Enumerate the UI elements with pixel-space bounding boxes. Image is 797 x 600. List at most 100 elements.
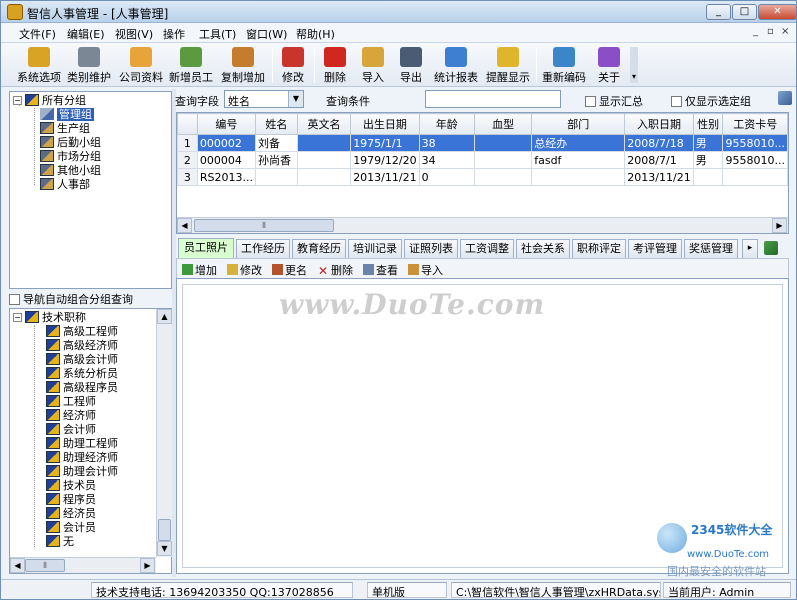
tab-certificates[interactable]: 证照列表 [404,239,458,258]
filter-icon[interactable] [778,91,792,105]
column-header[interactable]: 英文名 [296,113,352,135]
title-item[interactable]: 高级程序员 [46,381,118,395]
title-item[interactable]: 程序员 [46,493,96,507]
maximize-button[interactable]: □ [732,4,757,20]
table-cell[interactable]: 2013/11/21 [350,168,420,186]
menu-operation[interactable]: 操作 [163,26,185,42]
add-employee-button[interactable]: 新增员工 [167,45,215,85]
edit-button[interactable]: 修改 [277,45,309,85]
tab-education[interactable]: 教育经历 [292,239,346,258]
mdi-close-button[interactable]: × [781,26,789,37]
tab-salary-adjust[interactable]: 工资调整 [460,239,514,258]
menu-view[interactable]: 视图(V) [115,26,153,42]
title-item[interactable]: 会计师 [46,423,96,437]
tree-item-production[interactable]: 生产组 [40,122,90,136]
scroll-right-arrow-icon[interactable]: ▶ [140,558,155,573]
table-cell[interactable] [254,168,298,186]
title-item[interactable]: 无 [46,535,74,549]
table-cell[interactable]: 男 [692,151,724,169]
toolbar-overflow-grip[interactable]: ▾ [630,47,638,83]
column-header[interactable] [177,113,198,135]
table-cell[interactable] [473,134,533,152]
table-cell[interactable] [531,168,626,186]
tab-appraisal[interactable]: 考评管理 [628,239,682,258]
export-button[interactable]: 导出 [395,45,427,85]
menu-help[interactable]: 帮助(H) [296,26,335,42]
scroll-up-arrow-icon[interactable]: ▲ [157,309,172,324]
table-cell[interactable]: 孙尚香 [254,151,298,169]
menu-edit[interactable]: 编辑(E) [67,26,105,42]
column-header[interactable]: 编号 [196,113,256,135]
mdi-restore-button[interactable]: ▫ [767,26,774,37]
title-item[interactable]: 高级经济师 [46,339,118,353]
table-cell[interactable]: 0 [418,168,475,186]
menu-tools[interactable]: 工具(T) [199,26,236,42]
sub-add-button[interactable]: 增加 [182,262,217,278]
tab-rewards[interactable]: 奖惩管理 [684,239,738,258]
tree-item-management[interactable]: 管理组 [40,108,94,122]
table-cell[interactable] [473,151,533,169]
tab-social-relations[interactable]: 社会关系 [516,239,570,258]
table-row[interactable]: 1 000002 刘备 1975/1/1 38 总经办 2008/7/18 男 … [177,134,788,152]
table-cell[interactable]: 1979/12/20 [350,151,420,169]
tab-employee-photo[interactable]: 员工照片 [178,238,234,258]
title-item[interactable]: 技术员 [46,479,96,493]
checkbox-box[interactable] [585,96,596,107]
column-header[interactable]: 出生日期 [350,113,420,135]
title-item[interactable]: 系统分析员 [46,367,118,381]
column-header[interactable]: 工资卡号 [722,113,788,135]
title-item[interactable]: 经济员 [46,507,96,521]
column-header[interactable]: 姓名 [254,113,298,135]
table-cell[interactable]: 000004 [196,151,256,169]
table-cell[interactable]: 2008/7/1 [624,151,694,169]
system-options-button[interactable]: 系统选项 [15,45,63,85]
tree-root-technical-title[interactable]: − 技术职称 [13,311,86,325]
scroll-thumb[interactable]: ⦀ [194,219,334,232]
table-row[interactable]: 2 000004 孙尚香 1979/12/20 34 fasdf 2008/7/… [177,151,788,169]
scroll-left-arrow-icon[interactable]: ◀ [10,558,25,573]
row-number[interactable]: 1 [177,134,198,152]
company-info-button[interactable]: 公司资料 [117,45,165,85]
query-field-select[interactable]: 姓名 ▼ [224,90,304,108]
table-cell[interactable] [692,168,724,186]
table-cell[interactable] [296,168,352,186]
tab-title-evaluation[interactable]: 职称评定 [572,239,626,258]
table-cell[interactable]: RS2013... [196,168,256,186]
sub-import-button[interactable]: 导入 [408,262,443,278]
title-item[interactable]: 高级会计师 [46,353,118,367]
table-cell[interactable]: 2013/11/21 [624,168,694,186]
collapse-icon[interactable]: − [13,313,22,322]
scroll-left-arrow-icon[interactable]: ◀ [177,218,192,233]
sub-rename-button[interactable]: 更名 [272,262,307,278]
delete-button[interactable]: 删除 [319,45,351,85]
table-cell[interactable] [722,168,788,186]
table-cell[interactable]: 000002 [196,134,256,152]
menu-window[interactable]: 窗口(W) [246,26,287,42]
reminder-button[interactable]: 提醒显示 [484,45,532,85]
about-button[interactable]: 关于 [593,45,625,85]
copy-add-button[interactable]: 复制增加 [219,45,267,85]
show-summary-checkbox[interactable]: 显示汇总 [585,93,643,109]
recode-button[interactable]: 重新编码 [540,45,588,85]
checkbox-box[interactable] [9,294,20,305]
checkbox-box[interactable] [671,96,682,107]
chevron-down-icon[interactable]: ▼ [288,91,303,107]
statistics-report-button[interactable]: 统计报表 [432,45,480,85]
mdi-minimize-button[interactable]: _ [753,26,758,37]
column-header[interactable]: 部门 [531,113,626,135]
table-cell[interactable]: 1975/1/1 [350,134,420,152]
title-item[interactable]: 助理会计师 [46,465,118,479]
table-cell[interactable]: 9558010... [722,134,788,152]
collapse-icon[interactable]: − [13,96,22,105]
tab-work-history[interactable]: 工作经历 [236,239,290,258]
menu-file[interactable]: 文件(F) [19,26,56,42]
scroll-down-arrow-icon[interactable]: ▼ [157,541,172,556]
table-cell[interactable]: fasdf [531,151,626,169]
table-row[interactable]: 3 RS2013... 2013/11/21 0 2013/11/21 [177,168,788,186]
table-cell[interactable] [296,134,352,152]
tree-item-logistics[interactable]: 后勤小组 [40,136,101,150]
sub-edit-button[interactable]: 修改 [227,262,262,278]
grid-hscroll[interactable]: ◀ ⦀ ▶ [177,217,788,233]
row-number[interactable]: 3 [177,168,198,186]
title-item[interactable]: 工程师 [46,395,96,409]
